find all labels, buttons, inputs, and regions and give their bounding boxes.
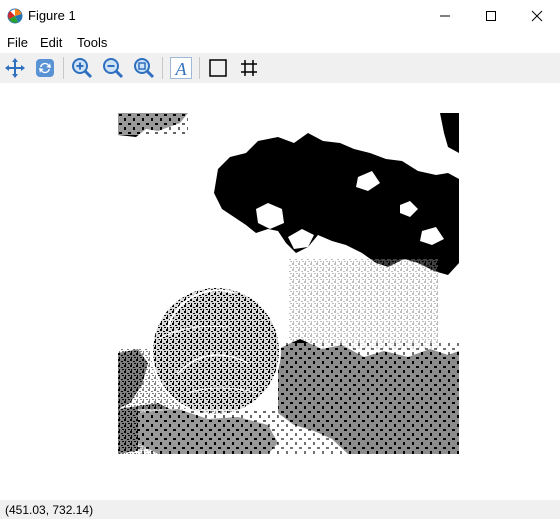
zoom-out-icon <box>103 58 124 79</box>
menu-bar: File Edit Tools <box>0 32 560 53</box>
svg-text:A: A <box>175 59 188 79</box>
menu-tools[interactable]: Tools <box>77 35 107 50</box>
binary-image <box>118 113 459 454</box>
close-button[interactable] <box>514 0 560 32</box>
maximize-icon <box>486 11 496 21</box>
pan-icon <box>5 58 25 78</box>
rectangle-button[interactable] <box>206 56 230 80</box>
toolbar-separator <box>162 57 163 79</box>
zoom-in-icon <box>72 58 93 79</box>
text-button[interactable]: A <box>169 56 193 80</box>
pan-button[interactable] <box>3 56 27 80</box>
matplotlib-logo-icon <box>7 8 23 24</box>
zoom-fit-button[interactable] <box>132 56 156 80</box>
window-title: Figure 1 <box>28 8 76 23</box>
status-bar: (451.03, 732.14) <box>0 500 560 519</box>
zoom-in-button[interactable] <box>70 56 94 80</box>
rotate-icon <box>36 59 54 77</box>
cursor-coordinates: (451.03, 732.14) <box>5 503 94 517</box>
close-icon <box>531 10 543 22</box>
toolbar-separator <box>199 57 200 79</box>
zoom-out-button[interactable] <box>101 56 125 80</box>
minimize-icon <box>440 15 450 17</box>
grid-icon <box>241 60 257 76</box>
text-A-icon: A <box>170 57 192 79</box>
menu-file[interactable]: File <box>7 35 28 50</box>
toolbar: A <box>0 53 560 83</box>
minimize-button[interactable] <box>422 0 468 32</box>
rectangle-icon <box>209 59 227 77</box>
maximize-button[interactable] <box>468 0 514 32</box>
toolbar-separator <box>63 57 64 79</box>
menu-edit[interactable]: Edit <box>40 35 62 50</box>
grid-button[interactable] <box>237 56 261 80</box>
title-bar: Figure 1 <box>0 0 560 32</box>
rotate-button[interactable] <box>33 56 57 80</box>
figure-canvas[interactable] <box>0 83 560 500</box>
zoom-fit-icon <box>134 58 155 79</box>
